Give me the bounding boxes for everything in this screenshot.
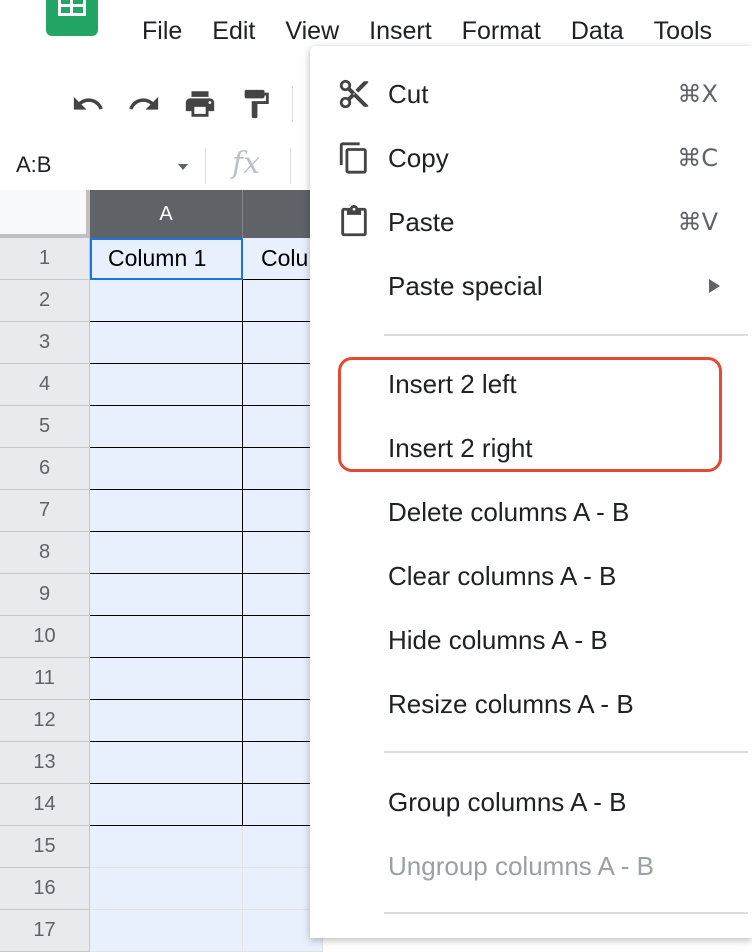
row-header[interactable]: 15 [0,826,90,868]
fx-icon: fx [232,146,261,181]
row-header[interactable]: 16 [0,868,90,910]
paint-format-icon[interactable] [238,86,274,122]
menu-view[interactable]: View [285,17,339,46]
row-header[interactable]: 7 [0,490,90,532]
menu-item-copy[interactable]: Copy ⌘C [310,127,752,189]
menu-item-paste[interactable]: Paste ⌘V [310,191,752,253]
grid-cell[interactable] [90,658,243,700]
grid-cell[interactable] [90,700,243,742]
grid-cell[interactable] [90,574,243,616]
print-icon[interactable] [182,86,218,122]
grid-cell[interactable] [90,532,243,574]
menu-item-label: Paste [388,206,455,237]
menu-item-delete-columns[interactable]: Delete columns A - B [310,481,752,543]
row-header[interactable]: 3 [0,322,90,364]
scissors-icon [336,76,372,112]
name-box[interactable]: A:B [16,152,51,178]
menu-item-paste-special[interactable]: Paste special [310,255,752,317]
grid-cell[interactable] [90,910,243,952]
menubar: File Edit View Insert Format Data Tools [142,17,742,46]
menu-item-label: Resize columns A - B [388,688,634,719]
row-header[interactable]: 12 [0,700,90,742]
menu-item-label: Group columns A - B [388,786,627,817]
grid-cell[interactable] [90,826,243,868]
menu-format[interactable]: Format [462,17,541,46]
menu-item-clear-columns[interactable]: Clear columns A - B [310,545,752,607]
menu-item-label: Cut [388,78,429,109]
grid-cell[interactable] [90,616,243,658]
menu-tools[interactable]: Tools [654,17,712,46]
menu-item-label: Ungroup columns A - B [388,850,654,881]
menu-item-hide-columns[interactable]: Hide columns A - B [310,609,752,671]
clipboard-icon [336,204,372,240]
row-header[interactable]: 8 [0,532,90,574]
row-header[interactable]: 17 [0,910,90,952]
menu-insert[interactable]: Insert [369,17,432,46]
menu-item-group-columns[interactable]: Group columns A - B [310,771,752,833]
grid-cell[interactable] [90,364,243,406]
shortcut-label: ⌘V [677,208,718,236]
annotation-highlight-box [338,357,722,472]
grid-cell[interactable] [90,742,243,784]
row-header[interactable]: 1 [0,238,90,280]
row-header[interactable]: 9 [0,574,90,616]
menu-divider [384,912,748,914]
grid-cell[interactable] [90,868,243,910]
grid-cell[interactable] [90,322,243,364]
menu-item-cut[interactable]: Cut ⌘X [310,63,752,125]
menu-item-label: Delete columns A - B [388,496,630,527]
grid-cell[interactable] [90,490,243,532]
row-header[interactable]: 5 [0,406,90,448]
menu-item-label: Copy [388,142,449,173]
row-header[interactable]: 2 [0,280,90,322]
grid-cell[interactable] [90,280,243,322]
formula-bar-divider [205,148,206,184]
row-header[interactable]: 4 [0,364,90,406]
shortcut-label: ⌘X [677,80,718,108]
grid-cell[interactable] [90,784,243,826]
row-header[interactable]: 6 [0,448,90,490]
undo-icon[interactable] [70,86,106,122]
redo-icon[interactable] [126,86,162,122]
grid-cell[interactable] [90,448,243,490]
formula-bar-divider [290,148,291,184]
menu-item-ungroup-columns: Ungroup columns A - B [310,835,752,897]
menu-divider [384,751,748,753]
menu-item-label: Hide columns A - B [388,624,608,655]
shortcut-label: ⌘C [677,144,718,172]
row-header[interactable]: 13 [0,742,90,784]
context-menu: Cut ⌘X Copy ⌘C Paste ⌘V Paste special In… [310,46,752,938]
menu-file[interactable]: File [142,17,182,46]
copy-icon [336,140,372,176]
row-header[interactable]: 14 [0,784,90,826]
select-all-corner[interactable] [0,190,90,238]
sheets-logo-icon[interactable] [46,0,98,36]
submenu-arrow-icon [709,279,720,293]
column-header-a[interactable]: A [90,190,243,238]
menu-item-label: Paste special [388,270,543,301]
grid-cell[interactable] [90,406,243,448]
menu-divider [384,334,748,336]
row-header[interactable]: 11 [0,658,90,700]
menu-item-resize-columns[interactable]: Resize columns A - B [310,673,752,735]
name-box-dropdown-icon[interactable] [178,164,188,170]
grid-cell[interactable]: Column 1 [90,238,243,280]
row-header[interactable]: 10 [0,616,90,658]
menu-item-label: Clear columns A - B [388,560,617,591]
toolbar-divider [292,86,293,122]
menu-data[interactable]: Data [571,17,624,46]
menu-edit[interactable]: Edit [212,17,255,46]
